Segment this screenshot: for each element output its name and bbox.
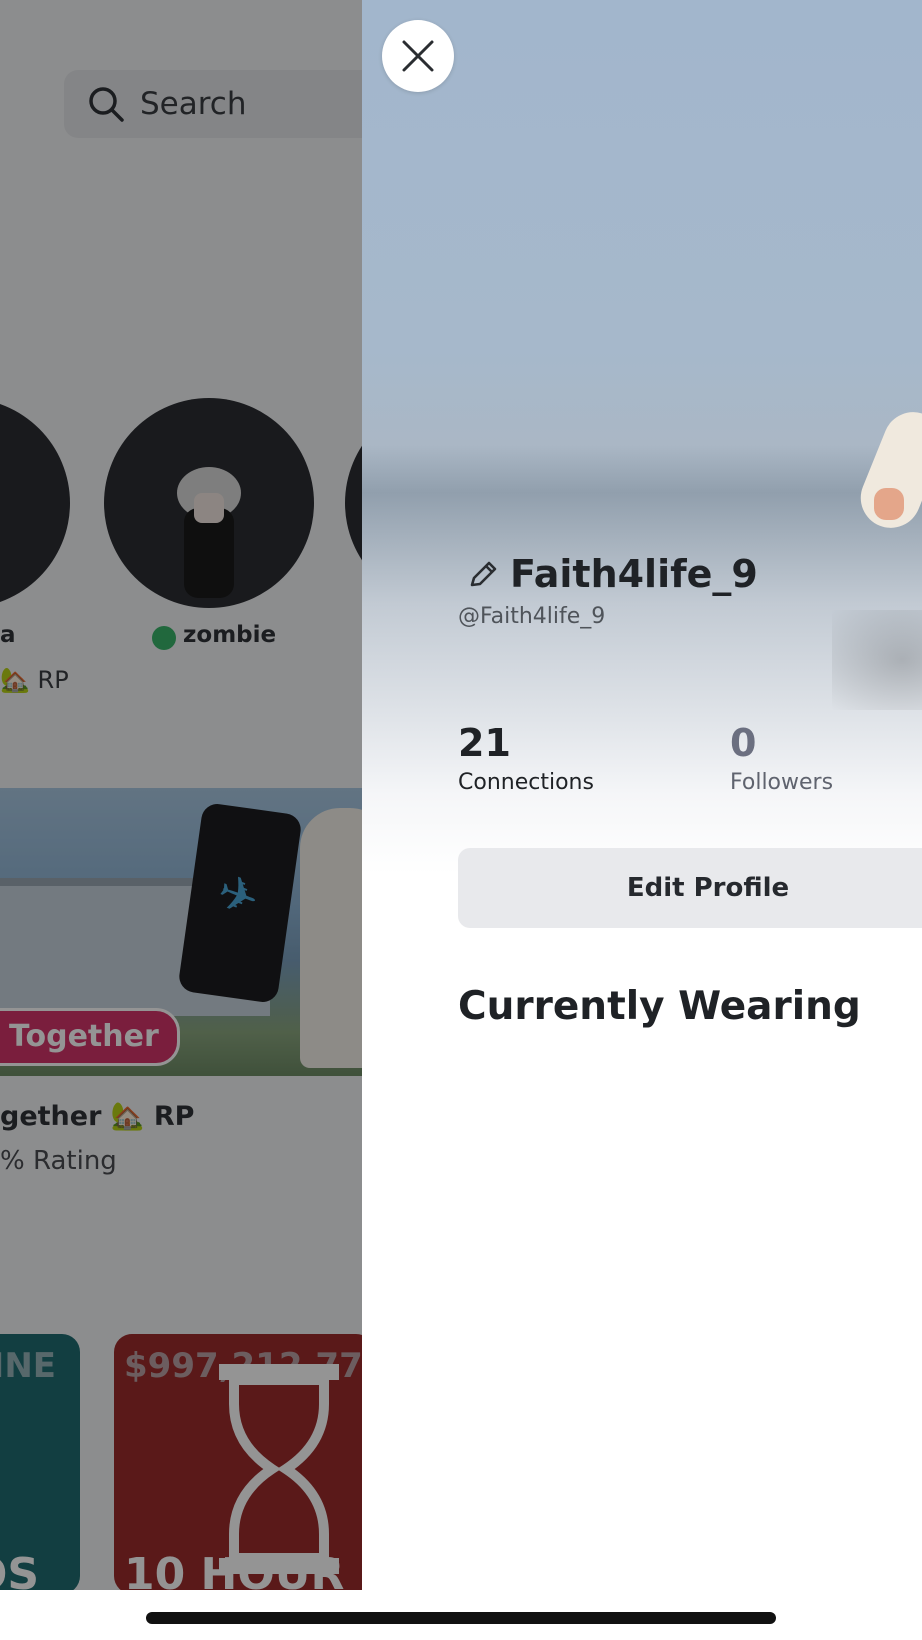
currently-wearing-heading: Currently Wearing bbox=[458, 984, 861, 1029]
stat-connections[interactable]: 21 Connections bbox=[458, 720, 594, 795]
close-icon bbox=[402, 40, 434, 72]
username: @Faith4life_9 bbox=[458, 604, 606, 629]
stat-followers[interactable]: 0 Followers bbox=[730, 720, 833, 795]
pencil-icon[interactable] bbox=[466, 558, 500, 592]
close-button[interactable] bbox=[382, 20, 454, 92]
stat-value: 21 bbox=[458, 721, 511, 765]
stat-value: 0 bbox=[730, 721, 757, 765]
avatar-hand bbox=[874, 488, 904, 520]
home-indicator[interactable] bbox=[146, 1612, 776, 1624]
stat-label: Followers bbox=[730, 770, 834, 795]
dim-overlay[interactable] bbox=[0, 0, 362, 1590]
stat-label: Connections bbox=[458, 770, 594, 795]
avatar-shadow bbox=[832, 610, 922, 710]
edit-profile-button[interactable]: Edit Profile bbox=[458, 848, 922, 928]
profile-panel: Faith4life_9 @Faith4life_9 21 Connection… bbox=[362, 0, 922, 1590]
display-name: Faith4life_9 bbox=[510, 552, 758, 596]
home-screen-background: Search a zombie 🏡 RP ✈ Together gether 🏡… bbox=[0, 0, 362, 1590]
